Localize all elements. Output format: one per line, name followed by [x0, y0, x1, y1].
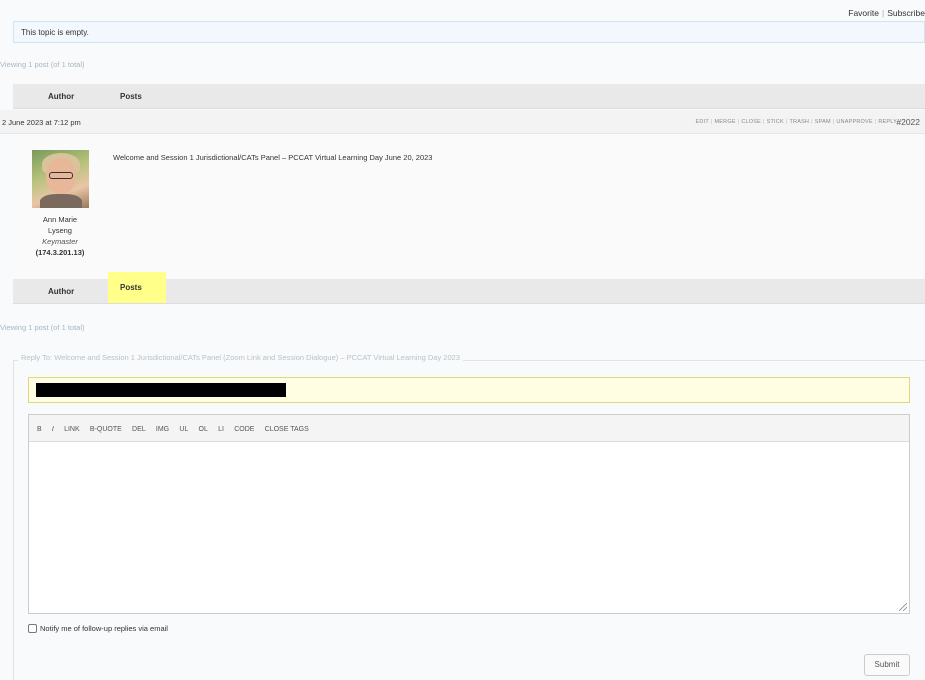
- pagination-count-bottom: Viewing 1 post (of 1 total): [0, 323, 85, 332]
- merge-link[interactable]: MERGE: [715, 119, 736, 125]
- ul-button[interactable]: UL: [179, 426, 188, 433]
- topic-empty-notice: This topic is empty.: [13, 21, 925, 43]
- notify-option: Notify me of follow-up replies via email: [28, 624, 168, 633]
- trash-link[interactable]: TRASH: [789, 119, 809, 125]
- ol-button[interactable]: OL: [199, 426, 208, 433]
- header-posts: Posts: [120, 92, 142, 101]
- notify-checkbox[interactable]: [28, 624, 37, 633]
- reply-form-legend: Reply To: Welcome and Session 1 Jurisdic…: [18, 353, 463, 362]
- reply-link[interactable]: REPLY: [878, 119, 897, 125]
- post-body: Ann Marie Lyseng Keymaster (174.3.201.13…: [13, 135, 925, 279]
- redacted-text: [36, 383, 286, 397]
- link-button[interactable]: LINK: [64, 426, 80, 433]
- li-button[interactable]: LI: [218, 426, 224, 433]
- post-content: Welcome and Session 1 Jurisdictional/CAT…: [113, 153, 433, 162]
- submit-button[interactable]: Submit: [864, 654, 910, 676]
- footer-posts-highlighted: Posts: [108, 272, 166, 303]
- author-name-line2[interactable]: Lyseng: [15, 225, 105, 236]
- author-role: Keymaster: [42, 237, 78, 246]
- post-admin-links: EDIT | MERGE | CLOSE | STICK | TRASH | SPAM | UNAPPR…: [695, 119, 897, 125]
- favorite-link[interactable]: Favorite: [848, 8, 879, 18]
- author-name-line1[interactable]: Ann Marie: [15, 214, 105, 225]
- spam-link[interactable]: SPAM: [815, 119, 831, 125]
- reply-editor: B I LINK B-QUOTE DEL IMG UL OL LI CODE C…: [28, 414, 910, 614]
- footer-author: Author: [48, 287, 75, 296]
- author-info: Ann Marie Lyseng Keymaster (174.3.201.13…: [15, 214, 105, 258]
- notify-label[interactable]: Notify me of follow-up replies via email: [40, 624, 168, 633]
- edit-link[interactable]: EDIT: [696, 119, 709, 125]
- del-button[interactable]: DEL: [132, 426, 146, 433]
- editor-toolbar: B I LINK B-QUOTE DEL IMG UL OL LI CODE C…: [29, 415, 909, 442]
- reply-textarea[interactable]: [29, 442, 909, 613]
- resize-handle-icon[interactable]: [899, 603, 907, 611]
- blockquote-button[interactable]: B-QUOTE: [90, 426, 122, 433]
- stick-link[interactable]: STICK: [767, 119, 784, 125]
- bold-button[interactable]: B: [37, 426, 42, 433]
- pagination-count-top: Viewing 1 post (of 1 total): [0, 60, 85, 69]
- separator: |: [881, 8, 885, 18]
- img-button[interactable]: IMG: [156, 426, 169, 433]
- table-header: Author Posts: [13, 84, 925, 109]
- subscribe-link[interactable]: Subscribe: [887, 8, 925, 18]
- close-link[interactable]: CLOSE: [741, 119, 761, 125]
- code-button[interactable]: CODE: [234, 426, 254, 433]
- header-author: Author: [48, 92, 75, 101]
- topic-actions: Favorite | Subscribe: [848, 8, 925, 18]
- post-meta-row: 2 June 2023 at 7:12 pm EDIT | MERGE | CLOSE |…: [0, 110, 925, 134]
- author-ip: (174.3.201.13): [35, 248, 85, 257]
- user-avatar-photo[interactable]: [32, 150, 89, 208]
- reply-title-input[interactable]: [28, 377, 910, 403]
- post-date: 2 June 2023 at 7:12 pm: [2, 118, 81, 127]
- unapprove-link[interactable]: UNAPPROVE: [836, 119, 872, 125]
- close-tags-button[interactable]: CLOSE TAGS: [265, 426, 309, 433]
- post-permalink[interactable]: #2022: [896, 117, 920, 127]
- italic-button[interactable]: I: [52, 426, 54, 433]
- table-footer: Author Posts: [13, 272, 925, 304]
